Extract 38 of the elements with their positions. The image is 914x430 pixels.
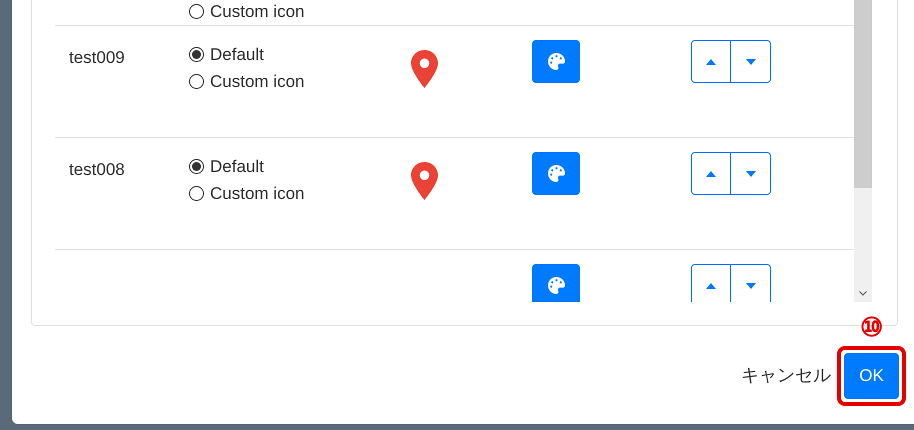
item-name: test009 xyxy=(69,48,125,67)
radio-label: Custom icon xyxy=(210,185,304,202)
move-up-button[interactable] xyxy=(691,264,731,302)
radio-label: Custom icon xyxy=(210,3,304,20)
caret-down-icon xyxy=(746,58,756,64)
move-up-button[interactable] xyxy=(691,40,731,83)
scrollbar[interactable] xyxy=(854,0,872,302)
palette-icon xyxy=(548,277,564,294)
item-name: test008 xyxy=(69,160,125,179)
move-down-button[interactable] xyxy=(731,152,771,195)
palette-button[interactable] xyxy=(532,264,580,302)
radio-button[interactable] xyxy=(189,47,204,62)
radio-button[interactable] xyxy=(189,74,204,89)
map-pin-icon xyxy=(411,50,438,88)
move-down-button[interactable] xyxy=(731,40,771,83)
step-number-annotation: ⑩ xyxy=(860,314,883,340)
caret-up-icon xyxy=(706,170,716,176)
palette-button[interactable] xyxy=(532,40,580,83)
palette-icon xyxy=(548,165,564,182)
caret-down-icon xyxy=(746,282,756,288)
radio-label: Custom icon xyxy=(210,73,304,90)
radio-label: Default xyxy=(210,46,264,63)
caret-up-icon xyxy=(706,58,716,64)
caret-up-icon xyxy=(706,282,716,288)
scrollbar-thumb[interactable] xyxy=(854,0,872,188)
caret-down-icon xyxy=(746,170,756,176)
move-up-button[interactable] xyxy=(691,152,731,195)
palette-button[interactable] xyxy=(532,152,580,195)
cancel-button[interactable]: キャンセル xyxy=(741,362,831,389)
radio-button[interactable] xyxy=(189,159,204,174)
ok-button[interactable]: OK xyxy=(844,353,899,399)
move-down-button[interactable] xyxy=(731,264,771,302)
map-pin-icon xyxy=(411,162,438,200)
palette-icon xyxy=(548,53,564,70)
scroll-down-icon[interactable] xyxy=(859,291,867,296)
radio-button[interactable] xyxy=(189,186,204,201)
radio-label: Default xyxy=(210,158,264,175)
radio-button[interactable] xyxy=(189,4,204,19)
